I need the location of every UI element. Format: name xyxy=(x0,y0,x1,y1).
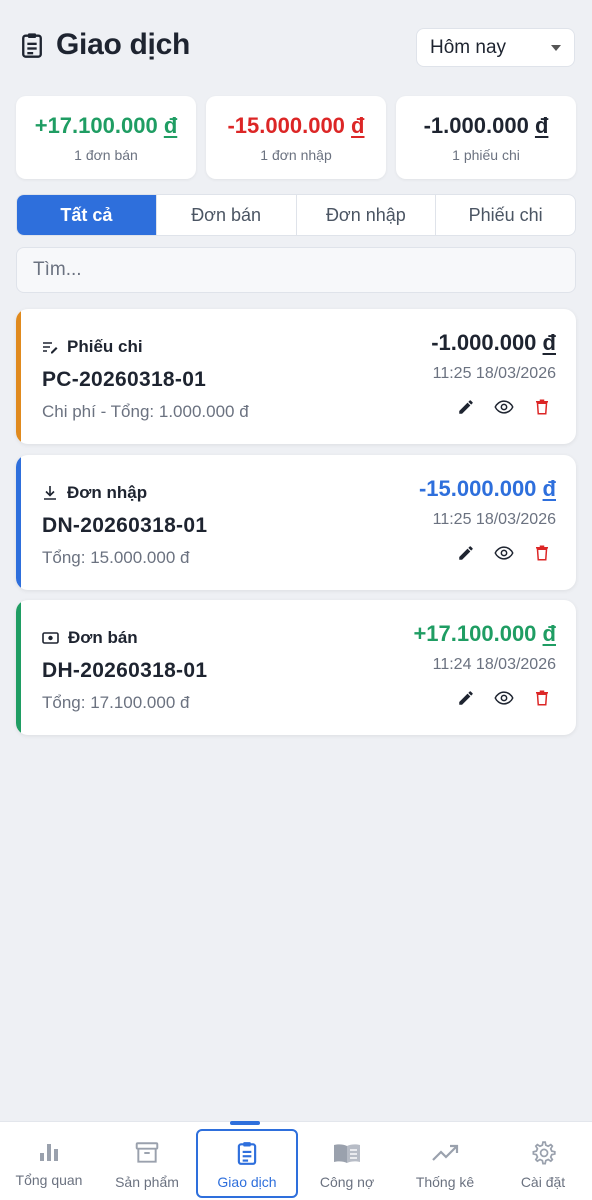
accent-bar xyxy=(16,309,21,444)
transaction-type-label: Phiếu chi xyxy=(67,337,143,356)
view-button[interactable] xyxy=(494,543,514,563)
pencil-icon xyxy=(459,400,473,414)
transaction-desc: Chi phí - Tổng: 1.000.000 đ xyxy=(42,402,249,421)
book-icon xyxy=(334,1144,360,1163)
transaction-amount: -15.000.000 đ xyxy=(418,476,556,501)
transaction-code: PC-20260318-01 xyxy=(42,368,207,391)
edit-button[interactable] xyxy=(456,543,476,563)
period-select[interactable]: Hôm nay xyxy=(416,28,575,67)
tab-all[interactable]: Tất cả xyxy=(17,195,156,235)
view-button[interactable] xyxy=(494,397,514,417)
trash-icon xyxy=(536,545,548,561)
transaction-actions xyxy=(456,543,552,563)
nav-item-settings[interactable]: Cài đặt xyxy=(494,1122,592,1200)
summary-card-sales: +17.100.000 đ 1 đơn bán xyxy=(16,96,196,179)
trash-icon xyxy=(536,399,548,415)
transaction-time: 11:25 18/03/2026 xyxy=(432,511,556,528)
edit-button[interactable] xyxy=(456,688,476,708)
nav-label: Giao dịch xyxy=(217,1174,277,1190)
transaction-time: 11:25 18/03/2026 xyxy=(432,365,556,382)
nav-label: Thống kê xyxy=(415,1174,475,1190)
transaction-type: Đơn nhập xyxy=(42,483,147,503)
nav-item-products[interactable]: Sản phẩm xyxy=(98,1122,196,1200)
summary-amount: +17.100.000 đ xyxy=(34,112,178,138)
gear-icon xyxy=(532,1141,556,1165)
pencil-icon xyxy=(459,546,473,560)
filter-tabs: Tất cả Đơn bán Đơn nhập Phiếu chi xyxy=(16,194,576,236)
caret-down-icon xyxy=(551,45,561,51)
cash-icon xyxy=(42,632,59,644)
view-button[interactable] xyxy=(494,688,514,708)
delete-button[interactable] xyxy=(532,688,552,708)
nav-label: Công nợ xyxy=(319,1174,375,1190)
transaction-type: Đơn bán xyxy=(42,628,138,648)
pencil-icon xyxy=(459,691,473,705)
transaction-amount: -1.000.000 đ xyxy=(431,330,556,355)
transaction-time: 11:24 18/03/2026 xyxy=(432,656,556,673)
tab-imports[interactable]: Đơn nhập xyxy=(295,195,436,235)
transaction-card-expense[interactable]: Phiếu chi PC-20260318-01 Chi phí - Tổng:… xyxy=(16,309,576,444)
summary-card-imports: -15.000.000 đ 1 đơn nhập xyxy=(206,96,386,179)
active-nav-indicator xyxy=(230,1121,260,1125)
transaction-actions xyxy=(456,688,552,708)
bar-chart-icon xyxy=(40,1144,58,1161)
nav-item-debts[interactable]: Công nợ xyxy=(298,1122,396,1200)
transaction-code: DH-20260318-01 xyxy=(42,659,208,682)
download-icon xyxy=(44,486,56,500)
page-header: Giao dịch Hôm nay xyxy=(0,0,592,90)
nav-label: Sản phẩm xyxy=(115,1174,179,1190)
trash-icon xyxy=(536,690,548,706)
summary-amount: -1.000.000 đ xyxy=(423,112,549,138)
delete-button[interactable] xyxy=(532,397,552,417)
transaction-code: DN-20260318-01 xyxy=(42,514,208,537)
nav-item-overview[interactable]: Tổng quan xyxy=(0,1122,98,1200)
summary-amount: -15.000.000 đ xyxy=(227,112,365,138)
tab-sales[interactable]: Đơn bán xyxy=(155,195,296,235)
nav-label: Tổng quan xyxy=(15,1172,83,1188)
title-wrap: Giao dịch xyxy=(18,28,190,62)
summary-label: 1 đơn nhập xyxy=(260,146,332,163)
transaction-type-label: Đơn nhập xyxy=(67,483,148,502)
nav-item-statistics[interactable]: Thống kê xyxy=(396,1122,494,1200)
delete-button[interactable] xyxy=(532,543,552,563)
search-input[interactable] xyxy=(16,247,576,293)
accent-bar xyxy=(16,600,21,735)
transaction-type: Phiếu chi xyxy=(42,337,143,357)
transaction-type-label: Đơn bán xyxy=(68,628,138,647)
transaction-actions xyxy=(456,397,552,417)
nav-label: Cài đặt xyxy=(520,1174,566,1190)
nav-item-transactions[interactable]: Giao dịch xyxy=(196,1129,298,1198)
summary-label: 1 phiếu chi xyxy=(452,146,520,163)
accent-bar xyxy=(16,455,21,590)
transaction-desc: Tổng: 15.000.000 đ xyxy=(42,548,190,567)
clipboard-icon xyxy=(237,1142,257,1165)
archive-box-icon xyxy=(135,1142,159,1163)
bottom-nav: Tổng quan Sản phẩm Giao dịch Công nợ Thố… xyxy=(0,1121,592,1200)
expense-note-icon xyxy=(43,342,58,354)
edit-button[interactable] xyxy=(456,397,476,417)
eye-icon xyxy=(494,400,514,414)
transaction-card-import[interactable]: Đơn nhập DN-20260318-01 Tổng: 15.000.000… xyxy=(16,455,576,590)
eye-icon xyxy=(494,691,514,705)
eye-icon xyxy=(494,546,514,560)
transaction-amount: +17.100.000 đ xyxy=(413,621,556,646)
summary-cards: +17.100.000 đ 1 đơn bán -15.000.000 đ 1 … xyxy=(16,96,576,179)
transaction-desc: Tổng: 17.100.000 đ xyxy=(42,693,190,712)
summary-label: 1 đơn bán xyxy=(74,146,138,163)
period-select-value: Hôm nay xyxy=(430,36,507,58)
tab-expenses[interactable]: Phiếu chi xyxy=(435,195,575,235)
page-title: Giao dịch xyxy=(56,28,190,61)
trending-up-icon xyxy=(432,1144,459,1161)
clipboard-icon xyxy=(22,33,42,58)
summary-card-expenses: -1.000.000 đ 1 phiếu chi xyxy=(396,96,576,179)
transaction-card-sale[interactable]: Đơn bán DH-20260318-01 Tổng: 17.100.000 … xyxy=(16,600,576,735)
